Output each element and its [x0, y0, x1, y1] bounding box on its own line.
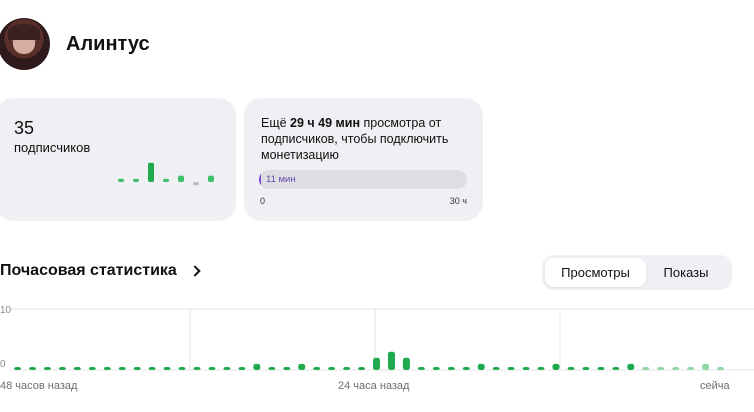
- channel-name[interactable]: Алинтус: [66, 33, 150, 56]
- hour-bar[interactable]: [43, 367, 51, 370]
- mini-bar: [148, 162, 154, 182]
- monetization-text: Ещё 29 ч 49 мин просмотра от подписчиков…: [261, 115, 471, 163]
- mini-bar: [133, 178, 139, 182]
- monetization-prefix: Ещё: [261, 116, 291, 130]
- subscribers-card[interactable]: 35 подписчиков: [0, 98, 236, 221]
- hour-bar[interactable]: [208, 367, 216, 370]
- channel-header: Алинтус: [0, 18, 150, 70]
- hour-bar[interactable]: [88, 367, 96, 370]
- hour-bar[interactable]: [133, 367, 141, 370]
- hour-bar[interactable]: [268, 367, 276, 370]
- y-tick-label: 0: [0, 359, 6, 370]
- hour-bar[interactable]: [118, 367, 126, 370]
- hour-bar[interactable]: [687, 367, 695, 370]
- hour-bar[interactable]: [148, 367, 156, 370]
- hour-bar[interactable]: [253, 363, 261, 370]
- hour-bar[interactable]: [178, 367, 186, 370]
- hour-bar[interactable]: [552, 363, 560, 370]
- hour-bar[interactable]: [103, 367, 111, 370]
- tab-views[interactable]: Просмотры: [545, 258, 646, 287]
- x-tick-label: 48 часов назад: [0, 380, 78, 392]
- monetization-progress-fill: [259, 170, 262, 189]
- monetization-progress-label: 11 мин: [266, 174, 296, 185]
- hour-bar[interactable]: [597, 367, 605, 370]
- hourly-stats-link[interactable]: Почасовая статистика: [0, 262, 201, 280]
- hour-bar[interactable]: [373, 357, 380, 370]
- hour-bar[interactable]: [507, 367, 515, 370]
- hour-bar[interactable]: [313, 367, 321, 370]
- subscribers-count: 35: [14, 118, 35, 138]
- hour-bar[interactable]: [238, 367, 246, 370]
- mini-bar: [178, 175, 184, 182]
- y-tick-label: 10: [0, 305, 12, 316]
- hour-bar[interactable]: [193, 367, 201, 370]
- hour-bar[interactable]: [627, 363, 635, 370]
- channel-avatar[interactable]: [0, 18, 50, 70]
- hour-bar[interactable]: [447, 367, 455, 370]
- hour-bar[interactable]: [223, 367, 231, 370]
- monetization-card[interactable]: Ещё 29 ч 49 мин просмотра от подписчиков…: [244, 98, 483, 221]
- hour-bar[interactable]: [522, 367, 530, 370]
- hour-bar[interactable]: [702, 363, 710, 370]
- hour-bar[interactable]: [642, 367, 650, 370]
- hour-bar[interactable]: [328, 367, 336, 370]
- hour-bar[interactable]: [612, 367, 620, 370]
- hour-bar[interactable]: [537, 367, 545, 370]
- hour-bar[interactable]: [582, 367, 590, 370]
- hour-bar[interactable]: [657, 367, 665, 370]
- mini-bar: [163, 178, 169, 182]
- mini-bar: [118, 178, 124, 182]
- metric-switcher: Просмотры Показы: [542, 255, 732, 290]
- hour-bar[interactable]: [14, 367, 21, 370]
- x-tick-label: 24 часа назад: [338, 380, 410, 392]
- progress-scale-max: 30 ч: [449, 196, 467, 206]
- subscribers-label: подписчиков: [14, 140, 91, 155]
- progress-scale-min: 0: [260, 196, 266, 206]
- hour-bar[interactable]: [492, 367, 500, 370]
- hour-bar[interactable]: [388, 351, 395, 370]
- hourly-stats-title: Почасовая статистика: [0, 262, 177, 279]
- hour-bar[interactable]: [343, 367, 351, 370]
- hour-bar[interactable]: [58, 367, 66, 370]
- hour-bar[interactable]: [477, 363, 485, 370]
- hour-bar[interactable]: [402, 357, 410, 370]
- hour-bar[interactable]: [567, 367, 575, 370]
- monetization-remaining: 29 ч 49 мин: [290, 116, 361, 130]
- hour-bar[interactable]: [672, 367, 680, 370]
- hour-bar[interactable]: [417, 367, 425, 370]
- hour-bar[interactable]: [283, 367, 291, 370]
- hour-bar[interactable]: [717, 367, 724, 370]
- tab-impressions[interactable]: Показы: [646, 258, 726, 287]
- mini-bar: [193, 182, 199, 186]
- hour-bar[interactable]: [29, 367, 36, 370]
- hour-bar[interactable]: [462, 367, 470, 370]
- hour-bar[interactable]: [298, 363, 306, 370]
- x-tick-label: сейча: [700, 380, 730, 392]
- hour-bar[interactable]: [163, 367, 171, 370]
- hour-bar[interactable]: [358, 367, 365, 370]
- chevron-right-icon: [189, 265, 201, 277]
- hourly-views-chart: 10 0 48 часов назад 24 часа назад сейча: [0, 305, 754, 392]
- mini-bar: [208, 175, 214, 182]
- hour-bar[interactable]: [73, 367, 81, 370]
- hour-bar[interactable]: [432, 367, 440, 370]
- monetization-progress-bar: 11 мин: [259, 170, 467, 189]
- subscribers-mini-chart: [118, 162, 214, 186]
